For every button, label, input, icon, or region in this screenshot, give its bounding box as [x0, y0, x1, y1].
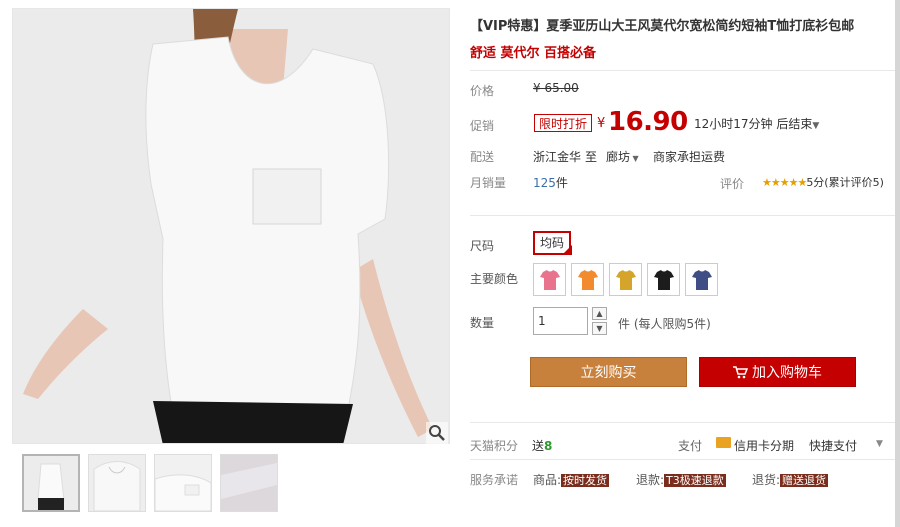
promo-label: 促销 [470, 119, 495, 133]
service-prefix: 商品: [533, 473, 562, 487]
service-item-return[interactable]: 退货: 赠送退货 [752, 471, 829, 488]
rating[interactable]: ★★★★★5分(累计评价5) [762, 174, 884, 190]
color-swatch[interactable] [571, 263, 604, 296]
ship-to-word: 至 [585, 150, 598, 164]
divider [470, 70, 895, 71]
points-give: 送 [532, 439, 545, 453]
shipping-note: 商家承担运费 [653, 150, 726, 164]
service-item-shipping[interactable]: 商品: 按时发货 [533, 471, 610, 488]
quantity-label: 数量 [470, 316, 495, 330]
divider [470, 215, 895, 216]
page-scrollbar[interactable] [895, 0, 900, 527]
add-to-cart-label: 加入购物车 [752, 365, 822, 381]
tshirt-icon [653, 269, 674, 290]
quick-pay[interactable]: 快捷支付 [809, 437, 857, 454]
size-label: 尺码 [470, 239, 495, 253]
zoom-icon[interactable] [426, 422, 448, 444]
monthly-sales-count: 125件 [533, 174, 568, 191]
quantity-increase-button[interactable]: ▲ [592, 307, 607, 320]
currency-symbol: ¥ [597, 116, 606, 131]
monthly-sales-label: 月销量 [470, 176, 507, 190]
tshirt-icon [691, 269, 712, 290]
service-prefix: 退款: [636, 473, 665, 487]
credit-installment[interactable]: 信用卡分期 [734, 437, 794, 454]
buy-now-label: 立刻购买 [580, 365, 637, 381]
divider [470, 422, 895, 423]
thumbnail-4[interactable] [220, 454, 278, 512]
ship-from: 浙江金华 [533, 150, 582, 164]
points-value: 送8 [532, 437, 552, 454]
service-tag: 按时发货 [561, 474, 610, 487]
chevron-down-icon[interactable]: ▼ [876, 439, 883, 449]
quantity-input[interactable] [533, 307, 588, 335]
price-label: 价格 [470, 84, 495, 98]
service-item-refund[interactable]: 退款: T3极速退款 [636, 471, 726, 488]
service-prefix: 退货: [752, 473, 781, 487]
buy-now-button[interactable]: 立刻购买 [530, 357, 687, 387]
main-product-image[interactable] [12, 8, 450, 444]
product-title: 【VIP特惠】夏季亚历山大王风莫代尔宽松简约短袖T恤打底衫包邮 [470, 19, 855, 34]
rating-label: 评价 [720, 177, 745, 191]
color-label: 主要颜色 [470, 272, 519, 286]
countdown-timer[interactable]: 12小时17分钟 后结束▼ [694, 115, 819, 132]
credit-card-icon [716, 437, 731, 448]
thumbnail-3[interactable] [154, 454, 212, 512]
shipping-label: 配送 [470, 150, 495, 164]
tshirt-icon [539, 269, 560, 290]
tshirt-model-photo [13, 9, 449, 443]
stars-icon: ★★★★★ [762, 176, 807, 189]
points-number: 8 [544, 439, 553, 453]
add-to-cart-button[interactable]: 加入购物车 [699, 357, 856, 387]
color-swatch[interactable] [685, 263, 718, 296]
chevron-down-icon: ▼ [812, 121, 820, 131]
divider [470, 459, 895, 460]
sale-price: 16.90 [608, 107, 688, 137]
payment-label: 支付 [678, 439, 703, 453]
cart-icon [733, 360, 749, 390]
thumbnail-1[interactable] [22, 454, 80, 512]
destination-text: 廊坊 [606, 150, 631, 164]
product-subtitle: 舒适 莫代尔 百搭必备 [470, 46, 597, 61]
chevron-down-icon: ▼ [630, 154, 639, 163]
size-option-selected[interactable]: 均码 [533, 231, 571, 255]
service-label: 服务承诺 [470, 473, 519, 487]
service-tag: T3极速退款 [664, 474, 726, 487]
color-swatch[interactable] [609, 263, 642, 296]
quantity-limit-hint: 件 (每人限购5件) [618, 317, 711, 331]
tshirt-icon [615, 269, 636, 290]
thumbnail-2[interactable] [88, 454, 146, 512]
sales-count: 125 [533, 176, 556, 190]
color-swatch[interactable] [533, 263, 566, 296]
points-label: 天猫积分 [470, 439, 519, 453]
tshirt-icon [577, 269, 598, 290]
service-tag: 赠送退货 [780, 474, 829, 487]
rating-text: 5分(累计评价5) [806, 176, 884, 189]
quantity-decrease-button[interactable]: ▼ [592, 322, 607, 335]
ship-destination[interactable]: 廊坊 ▼ [606, 148, 639, 165]
original-price: ¥ 65.00 [533, 81, 579, 95]
countdown-text: 12小时17分钟 后结束 [694, 117, 813, 131]
color-swatch[interactable] [647, 263, 680, 296]
promo-tag: 限时打折 [534, 114, 593, 132]
sales-unit: 件 [555, 176, 568, 190]
